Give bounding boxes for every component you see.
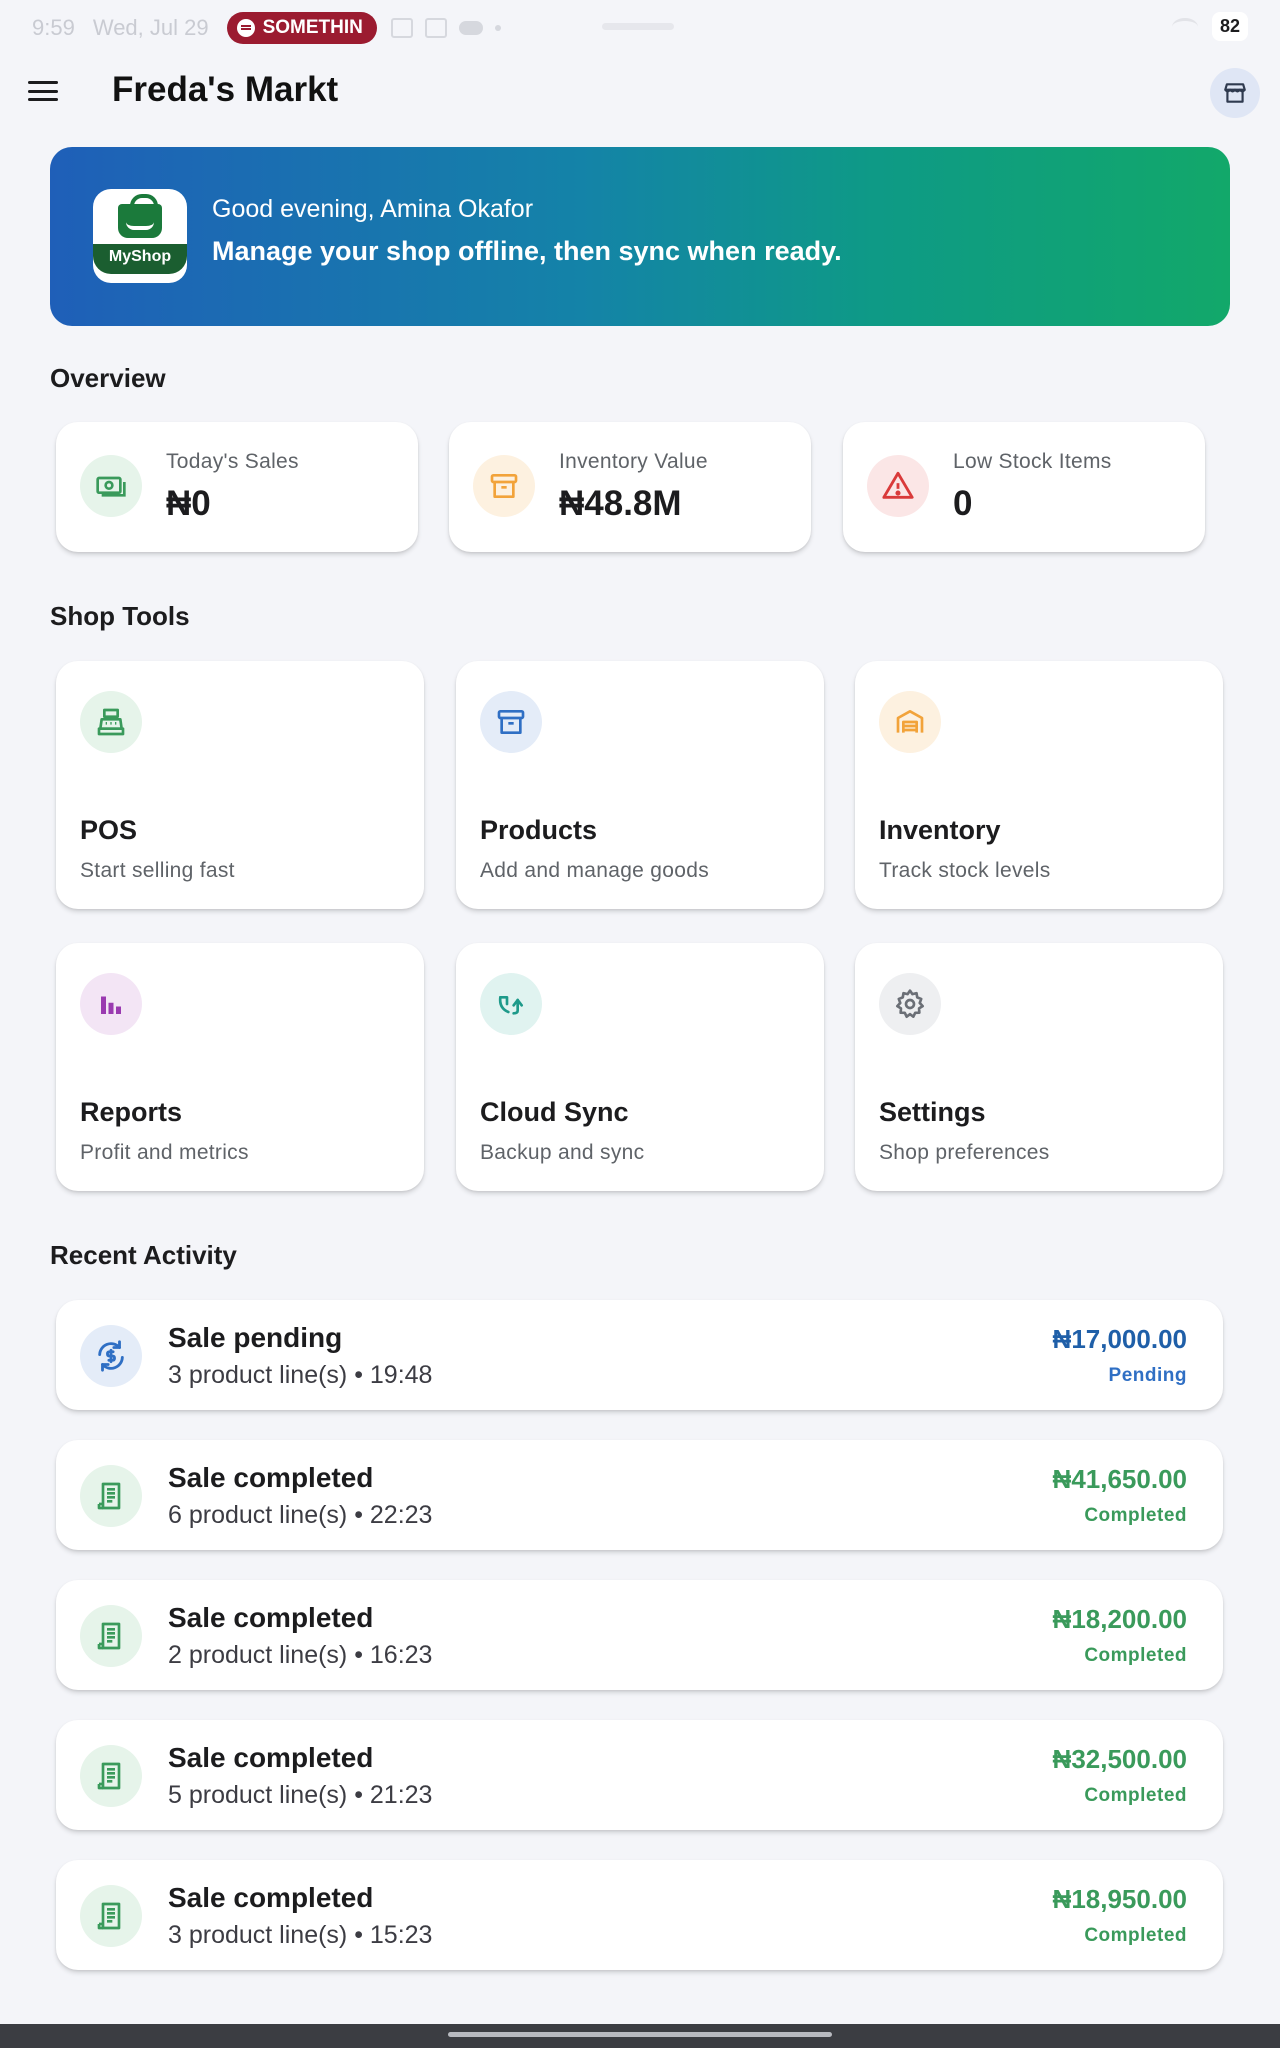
shop-tools-heading: Shop Tools	[50, 601, 190, 631]
tool-subtitle: Profit and metrics	[80, 1141, 249, 1164]
home-gesture-handle[interactable]	[448, 2032, 832, 2037]
activity-amount: ₦32,500.00	[1052, 1744, 1187, 1774]
system-nav-bar	[0, 2024, 1280, 2048]
stat-label: Inventory Value	[559, 450, 708, 473]
activity-item[interactable]: Sale pending 3 product line(s) • 19:48 ₦…	[56, 1300, 1223, 1410]
app-bar: Freda's Markt	[0, 56, 1280, 126]
menu-icon[interactable]	[28, 78, 58, 104]
tool-subtitle: Add and manage goods	[480, 859, 710, 882]
cash-icon	[80, 455, 142, 517]
tool-card-pos[interactable]: POS Start selling fast	[56, 661, 424, 909]
greeting-text: Good evening, Amina Okafor	[212, 195, 534, 223]
recent-activity-heading: Recent Activity	[50, 1240, 237, 1270]
receipt-icon	[80, 1465, 142, 1527]
more-dot-icon	[494, 25, 501, 31]
logo-text: MyShop	[93, 244, 187, 274]
activity-amount: ₦18,950.00	[1052, 1884, 1187, 1914]
stat-value: ₦48.8M	[559, 484, 682, 523]
warning-icon	[867, 455, 929, 517]
notification-icons	[390, 18, 501, 38]
activity-item[interactable]: Sale completed 5 product line(s) • 21:23…	[56, 1720, 1223, 1830]
calendar-icon	[390, 18, 413, 38]
linkedin-icon	[424, 18, 447, 38]
stat-label: Low Stock Items	[953, 450, 1112, 473]
tool-card-products[interactable]: Products Add and manage goods	[456, 661, 824, 909]
activity-subtitle: 2 product line(s) • 16:23	[168, 1641, 433, 1669]
activity-title: Sale pending	[168, 1322, 343, 1353]
activity-title: Sale completed	[168, 1602, 374, 1633]
tool-card-inventory[interactable]: Inventory Track stock levels	[855, 661, 1223, 909]
tool-subtitle: Shop preferences	[879, 1141, 1050, 1164]
warehouse-icon	[879, 691, 941, 753]
status-date: Wed, Jul 29	[92, 15, 209, 40]
status-badge: Pending	[1108, 1365, 1187, 1386]
sync-icon	[480, 973, 542, 1035]
archive-icon	[473, 455, 535, 517]
activity-amount: ₦17,000.00	[1052, 1324, 1187, 1354]
sync-icon	[80, 1325, 142, 1387]
stat-label: Today's Sales	[166, 450, 299, 473]
store-button[interactable]	[1210, 68, 1260, 118]
stat-value: 0	[953, 484, 973, 523]
spotify-notification-pill[interactable]: SOMETHIN	[226, 12, 377, 44]
activity-amount: ₦18,200.00	[1052, 1604, 1187, 1634]
status-badge: Completed	[1084, 1645, 1187, 1666]
status-badge: Completed	[1084, 1785, 1187, 1806]
stat-value: ₦0	[166, 484, 211, 523]
stat-card-low-stock[interactable]: Low Stock Items 0	[843, 422, 1205, 552]
status-badge: Completed	[1084, 1925, 1187, 1946]
tool-title: POS	[80, 815, 138, 845]
activity-item[interactable]: Sale completed 3 product line(s) • 15:23…	[56, 1860, 1223, 1970]
camera-notch	[602, 23, 674, 30]
battery-level: 82	[1211, 12, 1248, 41]
store-icon	[1224, 83, 1246, 103]
tool-subtitle: Track stock levels	[879, 859, 1051, 882]
stat-card-todays-sales[interactable]: Today's Sales ₦0	[56, 422, 418, 552]
page-title: Freda's Markt	[112, 70, 339, 109]
wifi-icon	[1171, 17, 1198, 36]
activity-subtitle: 6 product line(s) • 22:23	[168, 1501, 433, 1529]
spotify-label: SOMETHIN	[262, 17, 363, 38]
activity-title: Sale completed	[168, 1882, 374, 1913]
activity-item[interactable]: Sale completed 2 product line(s) • 16:23…	[56, 1580, 1223, 1690]
gear-icon	[879, 973, 941, 1035]
stat-card-inventory-value[interactable]: Inventory Value ₦48.8M	[449, 422, 811, 552]
activity-item[interactable]: Sale completed 6 product line(s) • 22:23…	[56, 1440, 1223, 1550]
archive-icon	[480, 691, 542, 753]
activity-title: Sale completed	[168, 1742, 374, 1773]
tool-card-cloud-sync[interactable]: Cloud Sync Backup and sync	[456, 943, 824, 1191]
tool-title: Products	[480, 815, 598, 845]
tool-card-settings[interactable]: Settings Shop preferences	[855, 943, 1223, 1191]
status-right: 82	[1171, 12, 1248, 41]
status-badge: Completed	[1084, 1505, 1187, 1526]
overview-heading: Overview	[50, 363, 166, 393]
tool-card-reports[interactable]: Reports Profit and metrics	[56, 943, 424, 1191]
activity-subtitle: 5 product line(s) • 21:23	[168, 1781, 433, 1809]
tool-subtitle: Backup and sync	[480, 1141, 645, 1164]
activity-amount: ₦41,650.00	[1052, 1464, 1187, 1494]
tool-title: Reports	[80, 1097, 183, 1127]
status-time: 9:59	[32, 15, 75, 40]
activity-subtitle: 3 product line(s) • 19:48	[168, 1361, 433, 1389]
tool-title: Inventory	[879, 815, 1001, 845]
tool-title: Settings	[879, 1097, 986, 1127]
tagline-text: Manage your shop offline, then sync when…	[212, 236, 842, 266]
tool-title: Cloud Sync	[480, 1097, 629, 1127]
cash-register-icon	[80, 691, 142, 753]
shopping-bag-icon	[118, 194, 162, 238]
welcome-banner: MyShop Good evening, Amina Okafor Manage…	[50, 147, 1230, 326]
receipt-icon	[80, 1605, 142, 1667]
tool-subtitle: Start selling fast	[80, 859, 235, 882]
spotify-icon	[236, 19, 255, 37]
receipt-icon	[80, 1885, 142, 1947]
activity-title: Sale completed	[168, 1462, 374, 1493]
bar-chart-icon	[80, 973, 142, 1035]
cloud-icon	[458, 21, 483, 35]
receipt-icon	[80, 1745, 142, 1807]
myshop-logo: MyShop	[93, 189, 187, 283]
activity-subtitle: 3 product line(s) • 15:23	[168, 1921, 433, 1949]
